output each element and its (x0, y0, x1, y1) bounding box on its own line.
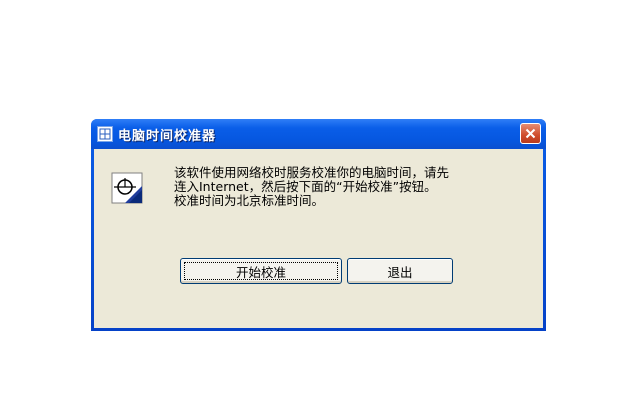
dialog-window: 电脑时间校准器 该软件使用网络校时服务校准你的电脑时间，请先 连入Interne… (91, 119, 546, 331)
dialog-message: 该软件使用网络校时服务校准你的电脑时间，请先 连入Internet，然后按下面的… (174, 165, 450, 208)
dialog-body: 该软件使用网络校时服务校准你的电脑时间，请先 连入Internet，然后按下面的… (94, 149, 543, 328)
app-icon (97, 126, 113, 142)
start-calibration-label: 开始校准 (235, 264, 286, 280)
start-calibration-button[interactable]: 开始校准 (180, 258, 342, 284)
close-button[interactable] (520, 123, 541, 144)
exit-label: 退出 (387, 264, 413, 280)
close-icon (525, 128, 536, 139)
window-title: 电脑时间校准器 (118, 128, 217, 144)
exit-button[interactable]: 退出 (347, 258, 453, 284)
title-bar[interactable]: 电脑时间校准器 (91, 119, 546, 149)
clock-icon (111, 172, 143, 204)
